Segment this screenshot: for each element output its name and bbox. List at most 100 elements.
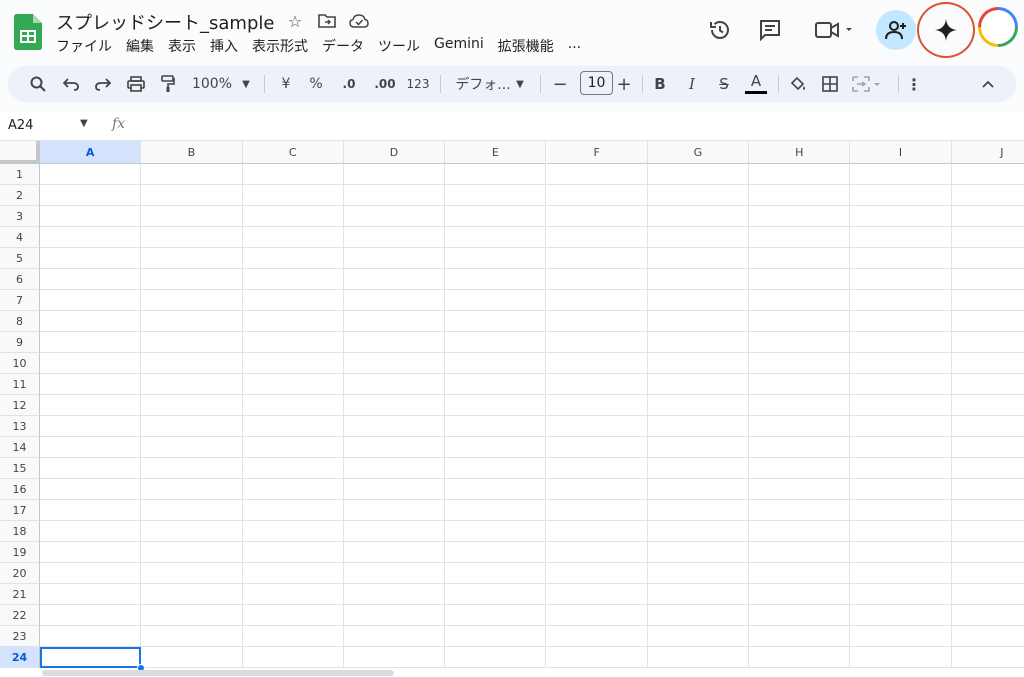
row-header-13[interactable]: 13	[0, 416, 40, 437]
text-color-button[interactable]: A	[742, 66, 770, 102]
cell-j16[interactable]	[951, 479, 1024, 500]
paint-format-icon[interactable]	[154, 66, 182, 102]
cell-j21[interactable]	[951, 584, 1024, 605]
cell-d2[interactable]	[343, 185, 446, 206]
cell-i5[interactable]	[850, 248, 952, 269]
row-header-6[interactable]: 6	[0, 269, 40, 290]
cell-a5[interactable]	[40, 248, 142, 269]
cell-g12[interactable]	[647, 395, 750, 416]
search-menus-icon[interactable]	[24, 66, 52, 102]
menu-view[interactable]: 表示	[168, 36, 196, 56]
cell-c14[interactable]	[242, 437, 344, 458]
cell-b7[interactable]	[141, 290, 243, 311]
cell-b22[interactable]	[141, 605, 243, 626]
cell-h15[interactable]	[749, 458, 851, 479]
cell-h6[interactable]	[749, 269, 851, 290]
account-avatar[interactable]	[978, 7, 1018, 47]
cell-g13[interactable]	[647, 416, 750, 437]
column-header-c[interactable]: C	[242, 141, 344, 164]
cell-c5[interactable]	[242, 248, 344, 269]
cell-j14[interactable]	[951, 437, 1024, 458]
cell-c9[interactable]	[242, 332, 344, 353]
cell-i7[interactable]	[850, 290, 952, 311]
cell-b3[interactable]	[141, 206, 243, 227]
cell-d22[interactable]	[343, 605, 446, 626]
cell-h8[interactable]	[749, 311, 851, 332]
cell-h4[interactable]	[749, 227, 851, 248]
cell-f13[interactable]	[546, 416, 648, 437]
cell-g3[interactable]	[647, 206, 750, 227]
cell-j11[interactable]	[951, 374, 1024, 395]
cell-g21[interactable]	[647, 584, 750, 605]
cell-i1[interactable]	[850, 164, 952, 185]
cell-f1[interactable]	[546, 164, 648, 185]
menu-gemini[interactable]: Gemini	[434, 36, 484, 56]
cell-b5[interactable]	[141, 248, 243, 269]
cell-d5[interactable]	[343, 248, 446, 269]
cell-i14[interactable]	[850, 437, 952, 458]
cell-g23[interactable]	[647, 626, 750, 647]
cell-b13[interactable]	[141, 416, 243, 437]
row-header-12[interactable]: 12	[0, 395, 40, 416]
cell-b9[interactable]	[141, 332, 243, 353]
cell-g11[interactable]	[647, 374, 750, 395]
cell-f9[interactable]	[546, 332, 648, 353]
cell-h17[interactable]	[749, 500, 851, 521]
cell-e6[interactable]	[445, 269, 547, 290]
cell-j13[interactable]	[951, 416, 1024, 437]
cell-h23[interactable]	[749, 626, 851, 647]
comments-icon[interactable]	[752, 12, 788, 48]
name-box-chevron-down-icon[interactable]: ▼	[80, 118, 88, 129]
cell-c24[interactable]	[242, 647, 344, 668]
row-header-9[interactable]: 9	[0, 332, 40, 353]
cell-h10[interactable]	[749, 353, 851, 374]
cell-a7[interactable]	[40, 290, 142, 311]
cell-e15[interactable]	[445, 458, 547, 479]
cell-c3[interactable]	[242, 206, 344, 227]
font-size-input[interactable]: 10	[580, 71, 613, 95]
cell-j4[interactable]	[951, 227, 1024, 248]
increase-decimal-button[interactable]: .00	[368, 66, 402, 102]
cell-e10[interactable]	[445, 353, 547, 374]
cell-i24[interactable]	[850, 647, 952, 668]
merge-cells-icon[interactable]	[850, 66, 882, 102]
cell-f23[interactable]	[546, 626, 648, 647]
column-header-h[interactable]: H	[749, 141, 851, 164]
strikethrough-button[interactable]: S	[712, 66, 736, 102]
cell-j8[interactable]	[951, 311, 1024, 332]
cell-g14[interactable]	[647, 437, 750, 458]
row-header-20[interactable]: 20	[0, 563, 40, 584]
cell-g18[interactable]	[647, 521, 750, 542]
cell-h14[interactable]	[749, 437, 851, 458]
cell-g6[interactable]	[647, 269, 750, 290]
cell-g15[interactable]	[647, 458, 750, 479]
cell-d11[interactable]	[343, 374, 446, 395]
cell-e3[interactable]	[445, 206, 547, 227]
fill-color-icon[interactable]	[784, 66, 812, 102]
redo-icon[interactable]	[90, 66, 116, 102]
cell-a8[interactable]	[40, 311, 142, 332]
cell-i13[interactable]	[850, 416, 952, 437]
cell-h5[interactable]	[749, 248, 851, 269]
cell-j5[interactable]	[951, 248, 1024, 269]
zoom-select[interactable]: 100%	[190, 66, 234, 102]
cell-j22[interactable]	[951, 605, 1024, 626]
cell-e21[interactable]	[445, 584, 547, 605]
row-header-24[interactable]: 24	[0, 647, 40, 668]
cell-h19[interactable]	[749, 542, 851, 563]
cell-g20[interactable]	[647, 563, 750, 584]
menu-extensions[interactable]: 拡張機能	[498, 36, 554, 56]
cell-a20[interactable]	[40, 563, 142, 584]
cell-d13[interactable]	[343, 416, 446, 437]
cell-c16[interactable]	[242, 479, 344, 500]
cell-c17[interactable]	[242, 500, 344, 521]
cell-i17[interactable]	[850, 500, 952, 521]
column-header-d[interactable]: D	[343, 141, 446, 164]
row-header-8[interactable]: 8	[0, 311, 40, 332]
more-formats-button[interactable]: 123	[402, 66, 434, 102]
star-icon[interactable]: ☆	[284, 10, 306, 32]
cell-c15[interactable]	[242, 458, 344, 479]
menu-edit[interactable]: 編集	[126, 36, 154, 56]
cell-j7[interactable]	[951, 290, 1024, 311]
cell-f14[interactable]	[546, 437, 648, 458]
